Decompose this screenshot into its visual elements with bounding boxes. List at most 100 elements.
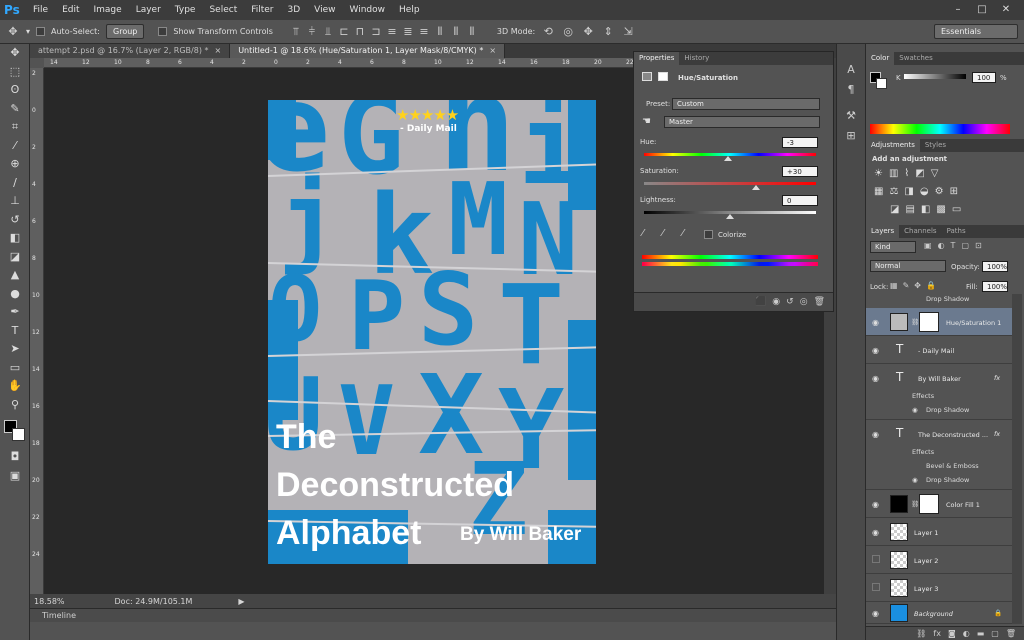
doc-tab-attempt[interactable]: attempt 2.psd @ 16.7% (Layer 2, RGB/8) *… [30, 44, 231, 58]
delete-layer-icon[interactable]: 🗑 [1006, 627, 1016, 640]
saturation-slider-thumb[interactable] [751, 185, 760, 190]
paint-bucket-tool-icon[interactable]: ◪ [0, 248, 30, 267]
eraser-tool-icon[interactable]: ◧ [0, 229, 30, 248]
dodge-tool-icon[interactable]: ● [0, 285, 30, 304]
fx-icon[interactable]: fx [994, 374, 1000, 382]
menu-help[interactable]: Help [392, 0, 427, 20]
curves-icon[interactable]: ⌇ [904, 168, 909, 179]
3d-scale-icon[interactable]: ⇲ [621, 25, 635, 39]
align-vcenter-icon[interactable]: ⫩ [305, 25, 319, 39]
layer-row-color-fill[interactable]: ◉ ⛓ Color Fill 1 [866, 490, 1012, 518]
invert-icon[interactable]: ◪ [890, 204, 899, 215]
filter-type-icon[interactable]: T [951, 241, 956, 250]
align-top-icon[interactable]: ⫪ [289, 25, 303, 39]
align-bottom-icon[interactable]: ⫫ [321, 25, 335, 39]
add-style-icon[interactable]: fx [933, 627, 941, 640]
channel-dropdown[interactable]: Master [664, 116, 820, 128]
fill-input[interactable]: 100% [982, 281, 1008, 292]
effects-label[interactable]: Effects [912, 392, 934, 400]
paragraph-panel-icon[interactable]: ¶ [837, 80, 865, 100]
targeted-adjust-hand-icon[interactable]: ☚ [642, 116, 651, 127]
tab-properties[interactable]: Properties [634, 52, 680, 65]
selective-color-icon[interactable]: ▩ [936, 204, 945, 215]
blur-tool-icon[interactable]: ▲ [0, 266, 30, 285]
preset-dropdown[interactable]: Custom [672, 98, 820, 110]
filter-shape-icon[interactable]: ▢ [961, 241, 969, 250]
lock-pixels-icon[interactable]: ✎ [903, 281, 910, 290]
timeline-panel[interactable]: Timeline [30, 608, 836, 622]
effects-label[interactable]: Effects [912, 448, 934, 456]
close-button[interactable]: ✕ [994, 3, 1018, 17]
k-input[interactable]: 100 [972, 72, 996, 83]
minimize-button[interactable]: – [946, 3, 970, 17]
levels-icon[interactable]: ▥ [889, 168, 898, 179]
visibility-eye-icon[interactable]: ◉ [872, 346, 882, 355]
tab-layers[interactable]: Layers [866, 225, 900, 238]
hue-slider-thumb[interactable] [724, 156, 733, 161]
type-tool-icon[interactable]: T [0, 322, 30, 341]
tab-adjustments[interactable]: Adjustments [866, 139, 920, 152]
layer-effect-item[interactable]: Drop Shadow [926, 295, 969, 303]
menu-3d[interactable]: 3D [281, 0, 308, 20]
close-tab-icon[interactable]: × [489, 46, 496, 55]
effect-item[interactable]: Drop Shadow [926, 476, 969, 484]
effect-item[interactable]: Drop Shadow [926, 406, 969, 414]
tab-paths[interactable]: Paths [942, 225, 971, 238]
lightness-input[interactable]: 0 [782, 195, 818, 206]
new-adjustment-icon[interactable]: ◐ [963, 627, 970, 640]
distribute-vcenter-icon[interactable]: ≣ [401, 25, 415, 39]
menu-select[interactable]: Select [202, 0, 244, 20]
layer-row-layer-1[interactable]: ◉ Layer 1 [866, 518, 1012, 546]
filter-adjust-icon[interactable]: ◐ [938, 241, 945, 250]
visibility-eye-icon[interactable]: ◉ [872, 609, 882, 618]
quick-select-tool-icon[interactable]: ✎ [0, 100, 30, 119]
tool-presets-icon[interactable]: ⚒ [837, 106, 865, 126]
lightness-slider-thumb[interactable] [726, 214, 734, 219]
menu-edit[interactable]: Edit [55, 0, 86, 20]
auto-select-checkbox[interactable] [36, 27, 46, 36]
effect-eye-icon[interactable]: ◉ [912, 476, 918, 484]
blend-mode-dropdown[interactable]: Normal [870, 260, 946, 272]
layer-row-hue-saturation[interactable]: ◉ ⛓ Hue/Saturation 1 [866, 308, 1012, 336]
layer-row-by-will-baker[interactable]: ◉ T By Will Baker fx Effects ◉ Drop Shad… [866, 364, 1012, 420]
new-group-icon[interactable]: ▬ [977, 627, 985, 640]
clone-stamp-tool-icon[interactable]: ⊥ [0, 192, 30, 211]
tab-history[interactable]: History [679, 52, 714, 65]
pen-tool-icon[interactable]: ✒ [0, 303, 30, 322]
hue-sat-icon[interactable]: ▦ [874, 186, 883, 197]
tab-styles[interactable]: Styles [920, 139, 951, 152]
hand-tool-icon[interactable]: ✋ [0, 377, 30, 396]
brush-tool-icon[interactable]: ∕ [0, 174, 30, 193]
healing-brush-tool-icon[interactable]: ⊕ [0, 155, 30, 174]
bw-icon[interactable]: ◨ [904, 186, 913, 197]
close-tab-icon[interactable]: × [215, 46, 222, 55]
visibility-toggle-off[interactable] [872, 583, 880, 591]
3d-slide-icon[interactable]: ⇕ [601, 25, 615, 39]
filter-smart-icon[interactable]: ⊡ [975, 241, 982, 250]
eyedropper-icon[interactable]: ⁄ [642, 228, 644, 239]
visibility-eye-icon[interactable]: ◉ [872, 318, 882, 327]
distribute-hcenter-icon[interactable]: ⦀ [449, 25, 463, 39]
auto-select-dropdown[interactable]: Group [106, 24, 145, 39]
posterize-icon[interactable]: ▤ [905, 204, 914, 215]
tab-channels[interactable]: Channels [899, 225, 941, 238]
trash-icon[interactable]: 🗑 [814, 297, 825, 307]
path-select-tool-icon[interactable]: ➤ [0, 340, 30, 359]
menu-window[interactable]: Window [343, 0, 393, 20]
threshold-icon[interactable]: ◧ [921, 204, 930, 215]
screen-mode-icon[interactable]: ▣ [0, 467, 30, 486]
gradient-map-icon[interactable]: ▭ [952, 204, 961, 215]
transform-controls-checkbox[interactable] [158, 27, 168, 36]
3d-roll-icon[interactable]: ◎ [561, 25, 575, 39]
distribute-bottom-icon[interactable]: ≡ [417, 25, 431, 39]
layer-row-deconstructed[interactable]: ◉ T The Deconstructed ... fx Effects Bev… [866, 420, 1012, 490]
distribute-top-icon[interactable]: ≡ [385, 25, 399, 39]
new-layer-icon[interactable]: ▢ [991, 627, 999, 640]
lasso-tool-icon[interactable]: ʘ [0, 81, 30, 100]
opacity-input[interactable]: 100% [982, 261, 1008, 272]
filter-pixel-icon[interactable]: ▣ [924, 241, 932, 250]
menu-layer[interactable]: Layer [129, 0, 168, 20]
visibility-eye-icon[interactable]: ◉ [872, 500, 882, 509]
mask-thumb[interactable] [919, 494, 939, 514]
channel-mixer-icon[interactable]: ⚙ [935, 186, 944, 197]
